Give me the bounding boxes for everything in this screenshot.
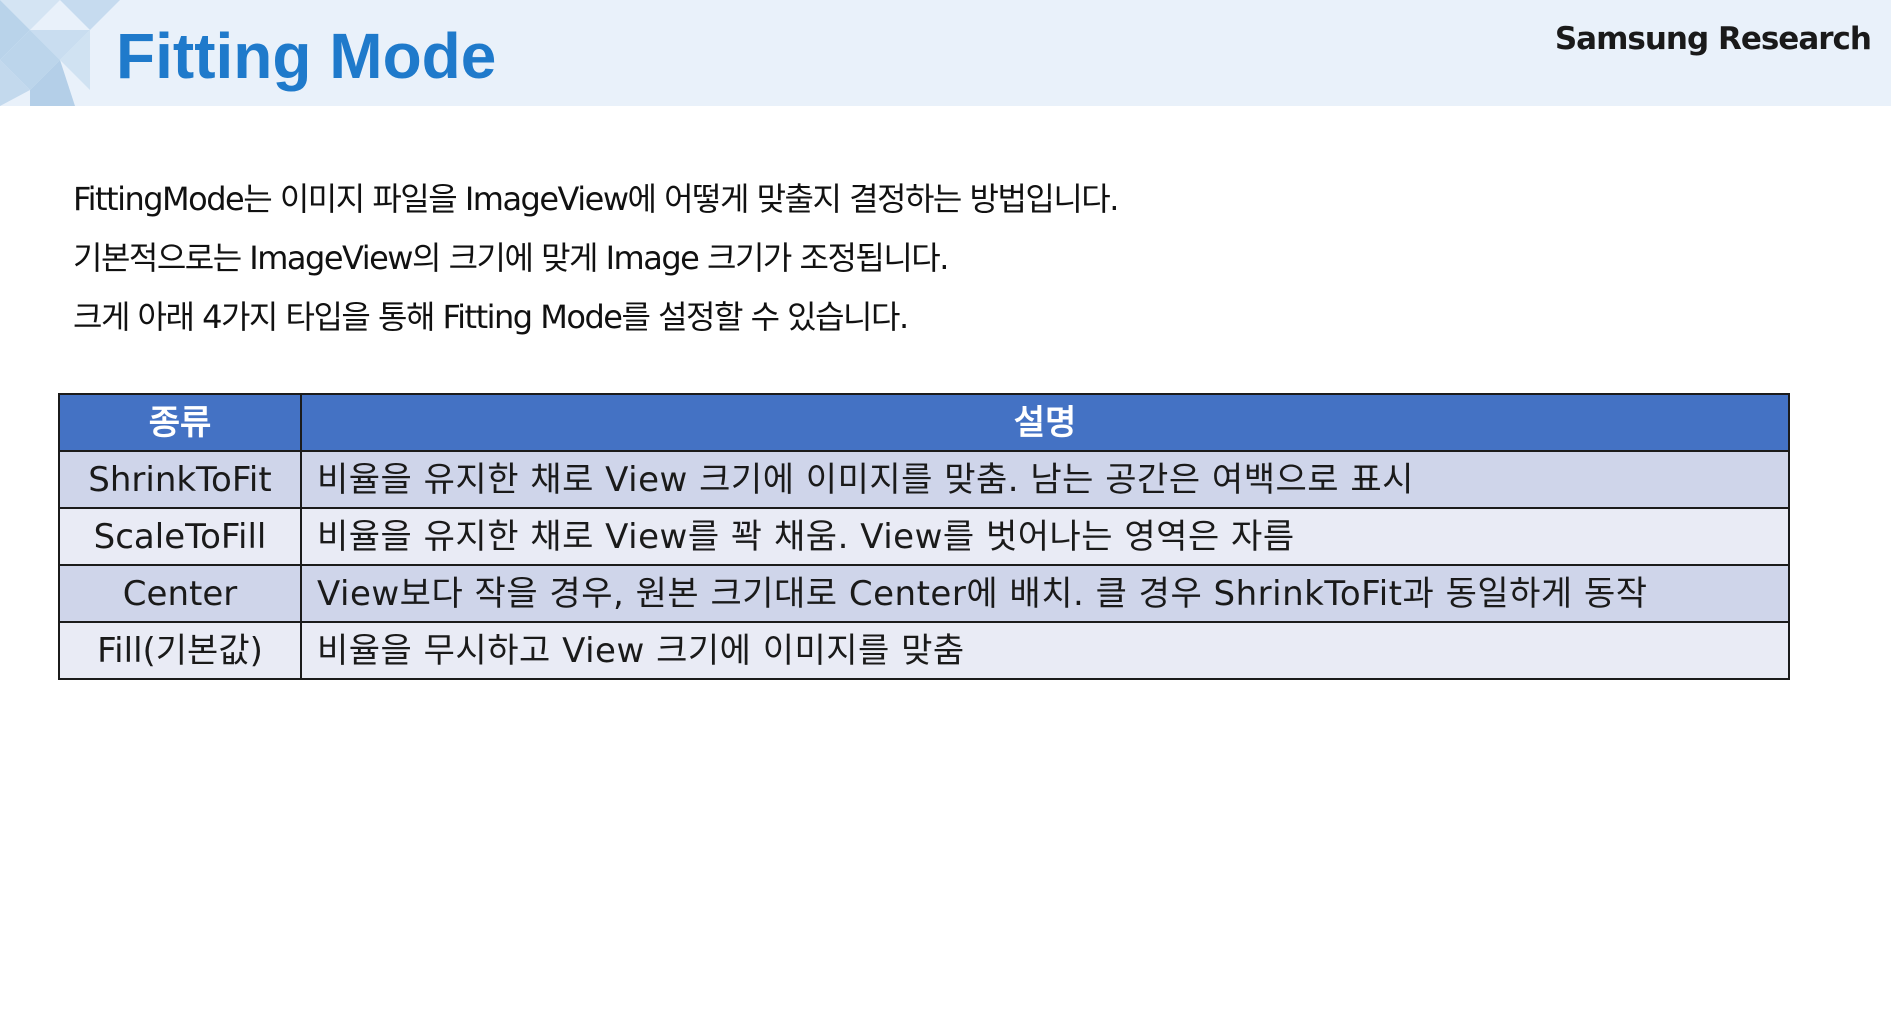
mode-description-cell: 비율을 유지한 채로 View 크기에 이미지를 맞춤. 남는 공간은 여백으로… (300, 450, 1790, 509)
mode-type-cell: Center (58, 564, 302, 623)
mode-description-cell: View보다 작을 경우, 원본 크기대로 Center에 배치. 클 경우 S… (300, 564, 1790, 623)
column-header-type: 종류 (58, 393, 302, 452)
header-band: Fitting Mode Samsung Research (0, 0, 1891, 106)
table-row: ScaleToFill 비율을 유지한 채로 View를 꽉 채움. View를… (58, 507, 1790, 566)
mode-type-cell: ScaleToFill (58, 507, 302, 566)
column-header-description: 설명 (300, 393, 1790, 452)
mode-description-cell: 비율을 무시하고 View 크기에 이미지를 맞춤 (300, 621, 1790, 680)
intro-line: 기본적으로는 ImageView의 크기에 맞게 Image 크기가 조정됩니다… (73, 239, 949, 277)
table-row: Center View보다 작을 경우, 원본 크기대로 Center에 배치.… (58, 564, 1790, 623)
fitting-mode-table: 종류 설명 ShrinkToFit 비율을 유지한 채로 View 크기에 이미… (58, 393, 1790, 680)
mode-type-cell: Fill(기본값) (58, 621, 302, 680)
mode-description-cell: 비율을 유지한 채로 View를 꽉 채움. View를 벗어나는 영역은 자름 (300, 507, 1790, 566)
table-row: ShrinkToFit 비율을 유지한 채로 View 크기에 이미지를 맞춤.… (58, 450, 1790, 509)
page-title: Fitting Mode (116, 20, 497, 92)
table-header-row: 종류 설명 (58, 393, 1790, 452)
intro-line: FittingMode는 이미지 파일을 ImageView에 어떻게 맞출지 … (73, 180, 1119, 218)
intro-line: 크게 아래 4가지 타입을 통해 Fitting Mode를 설정할 수 있습니… (73, 298, 909, 336)
triangle-pattern-decoration (0, 0, 120, 106)
table-row: Fill(기본값) 비율을 무시하고 View 크기에 이미지를 맞춤 (58, 621, 1790, 680)
intro-paragraph: FittingMode는 이미지 파일을 ImageView에 어떻게 맞출지 … (73, 170, 1773, 347)
mode-type-cell: ShrinkToFit (58, 450, 302, 509)
brand-logo-text: Samsung Research (1554, 21, 1872, 57)
